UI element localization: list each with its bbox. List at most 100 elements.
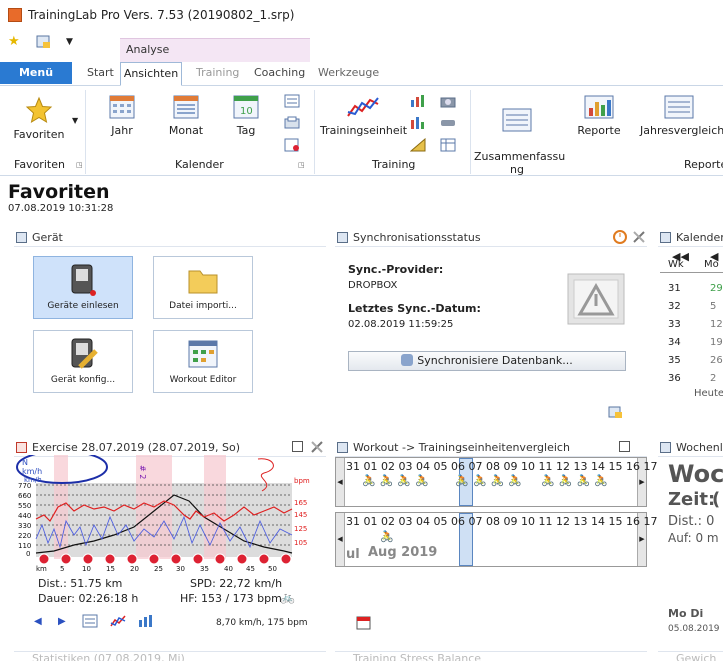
- dialog-launcher-icon[interactable]: ◳: [76, 161, 83, 169]
- sync-last-value: 02.08.2019 11:59:25: [348, 319, 454, 330]
- gray-bar-icon[interactable]: [440, 116, 456, 133]
- edit-icon[interactable]: [608, 405, 624, 419]
- device-config-icon: [71, 338, 98, 369]
- tab-werkzeuge[interactable]: Werkzeuge: [318, 66, 379, 79]
- star-icon[interactable]: ★: [8, 34, 20, 49]
- app-icon: [8, 8, 22, 22]
- gewicht-panel-header: Gewich: [658, 651, 723, 661]
- calendar-day[interactable]: 19: [710, 334, 723, 352]
- calendar-day[interactable]: 2: [710, 370, 723, 388]
- tab-training[interactable]: Training: [196, 66, 239, 79]
- sync-database-button[interactable]: Synchronisiere Datenbank...: [348, 351, 626, 371]
- woche-dist: Dist.: 0: [668, 514, 715, 529]
- list-view-icon[interactable]: [284, 94, 300, 111]
- settings-tools-icon[interactable]: [310, 440, 324, 454]
- calendar-day-icon: 10: [233, 95, 259, 119]
- calendar-divider: [660, 272, 723, 273]
- tsb-title: Training Stress Balance: [353, 652, 482, 661]
- edit-icon[interactable]: [36, 34, 52, 54]
- next-exercise-icon[interactable]: ▶: [58, 616, 66, 627]
- bar-chart-icon[interactable]: [410, 94, 426, 111]
- chart-color-icon[interactable]: [410, 116, 426, 133]
- group-kalender: Kalender: [175, 158, 224, 171]
- scroll-left-icon[interactable]: ◀: [336, 513, 345, 566]
- svg-text:550: 550: [18, 502, 31, 510]
- zusammenfassung-button[interactable]: Zusammenfassu ng: [474, 94, 565, 176]
- menu-button[interactable]: Menü: [0, 62, 72, 84]
- woche-days: Mo Di: [668, 607, 704, 620]
- list-view-icon[interactable]: [82, 614, 98, 628]
- training-chart-icon[interactable]: [110, 614, 126, 628]
- ruler-icon[interactable]: [409, 137, 426, 155]
- jahresvergleich-button[interactable]: Jahresvergleich: [640, 94, 723, 137]
- svg-text:125: 125: [294, 525, 307, 533]
- workout-days-top: 31 01 02 03 04 05 06 07 08 09 10 11 12 1…: [346, 460, 658, 473]
- monat-button[interactable]: Monat: [164, 94, 208, 137]
- calendar-day[interactable]: 5: [710, 298, 723, 316]
- prev-exercise-icon[interactable]: ◀: [34, 616, 42, 627]
- monday-header: Mo: [704, 259, 719, 270]
- calendar-delete-icon[interactable]: [284, 138, 300, 155]
- gewicht-title: Gewich: [676, 652, 717, 661]
- tsb-panel-header: Training Stress Balance: [335, 651, 647, 661]
- svg-text:25: 25: [154, 565, 163, 573]
- svg-text:165: 165: [294, 499, 307, 507]
- exercise-chart-icon: [16, 442, 27, 453]
- tab-start[interactable]: Start: [87, 66, 114, 79]
- training-chart-icon: [347, 97, 379, 117]
- bar-chart-icon[interactable]: [138, 614, 154, 628]
- sync-icon: [337, 232, 348, 243]
- print-calendar-icon[interactable]: [284, 116, 300, 133]
- tab-coaching[interactable]: Coaching: [254, 66, 305, 79]
- today-link[interactable]: Heute: [694, 388, 723, 399]
- trainingseinheit-button[interactable]: Trainingseinheit: [320, 94, 408, 137]
- svg-text:0: 0: [26, 550, 30, 558]
- dialog-launcher-icon[interactable]: ◳: [298, 161, 305, 169]
- zusammenfassung-label: Zusammenfassu ng: [474, 150, 566, 176]
- reporte-button[interactable]: Reporte: [574, 94, 624, 137]
- svg-text:145: 145: [294, 511, 307, 519]
- calendar-day[interactable]: 26: [710, 352, 723, 370]
- svg-text:30: 30: [176, 565, 185, 573]
- favoriten-button[interactable]: Favoriten: [8, 96, 70, 141]
- tag-button[interactable]: 10 Tag: [224, 94, 268, 137]
- tab-ansichten[interactable]: Ansichten: [120, 62, 182, 86]
- geraete-einlesen-tile[interactable]: Geräte einlesen: [33, 256, 133, 319]
- jahr-button[interactable]: Jahr: [100, 94, 144, 137]
- maximize-icon[interactable]: [619, 441, 630, 452]
- quick-access-toolbar: ★ ▼: [0, 32, 120, 56]
- settings-tools-icon[interactable]: [632, 230, 646, 244]
- jahresvergleich-label: Jahresvergleich: [640, 124, 723, 137]
- calendar-month-icon: [173, 95, 199, 119]
- calendar-day[interactable]: 29: [710, 280, 723, 298]
- svg-text:20: 20: [130, 565, 139, 573]
- maximize-icon[interactable]: [292, 441, 303, 452]
- lap-marker-label: # 2: [138, 465, 147, 479]
- scroll-left-icon[interactable]: ◀: [336, 458, 345, 506]
- tile-label: Gerät konfig...: [50, 375, 116, 385]
- camera-icon[interactable]: [440, 94, 456, 111]
- table-icon[interactable]: [440, 138, 456, 155]
- clock-icon[interactable]: [613, 230, 627, 244]
- page-title: Favoriten: [8, 181, 110, 203]
- title-bar: TrainingLab Pro Vers. 7.53 (20190802_1.s…: [0, 0, 723, 30]
- device-read-icon: [71, 264, 96, 296]
- calendar-icon[interactable]: [356, 615, 372, 631]
- workout-side-label: ul: [346, 547, 360, 562]
- workout-month-label: Aug 2019: [368, 545, 438, 560]
- datei-importieren-tile[interactable]: Datei importi...: [153, 256, 253, 319]
- tile-label: Datei importi...: [169, 301, 237, 311]
- workout-panel-title: Workout -> Trainingseinheitenvergleich: [353, 441, 570, 454]
- geraet-konfigurieren-tile[interactable]: Gerät konfig...: [33, 330, 133, 393]
- qat-dropdown-icon[interactable]: ▼: [66, 37, 73, 47]
- kalender-panel-title: Kalender: [676, 231, 723, 244]
- sync-button-label: Synchronisiere Datenbank...: [417, 354, 573, 367]
- bike-icon: 🚲: [280, 590, 295, 604]
- unit-kmh-label: km/h: [22, 467, 42, 476]
- workout-editor-icon: [188, 340, 218, 368]
- year-compare-icon: [664, 95, 694, 119]
- calendar-day[interactable]: 12: [710, 316, 723, 334]
- chevron-down-icon[interactable]: ▼: [72, 116, 78, 125]
- trainingseinheit-label: Trainingseinheit: [320, 124, 408, 137]
- workout-editor-tile[interactable]: Workout Editor: [153, 330, 253, 393]
